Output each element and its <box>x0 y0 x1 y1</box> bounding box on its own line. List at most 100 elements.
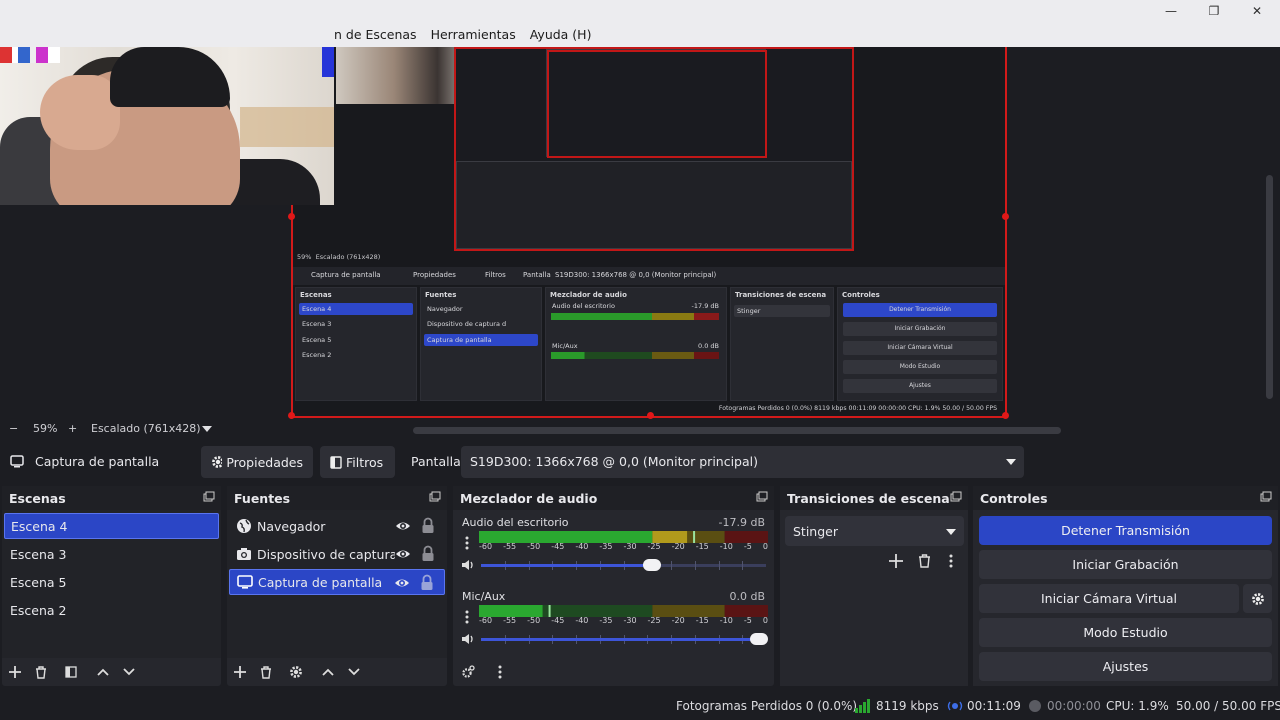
resize-handle-right[interactable] <box>1002 213 1009 220</box>
preview-canvas[interactable]: 59% Escalado (761x428) Captura de pantal… <box>288 47 1009 419</box>
add-transition-button[interactable] <box>889 554 903 568</box>
eye-icon[interactable] <box>395 546 411 562</box>
zoom-in-button[interactable]: + <box>68 422 77 435</box>
meter-tick-label: -50 <box>527 616 541 625</box>
bitrate: 8119 kbps <box>876 699 939 713</box>
scene-filters-button[interactable] <box>58 660 84 684</box>
meter-tick-label: -10 <box>719 616 733 625</box>
undock-icon[interactable] <box>429 491 441 503</box>
undock-icon[interactable] <box>203 491 215 503</box>
zoom-out-button[interactable]: − <box>9 422 18 435</box>
mini-control-button: Ajustes <box>843 379 997 393</box>
meter-tick-label: 0 <box>762 616 768 625</box>
kebab-menu-icon[interactable] <box>465 536 469 550</box>
eye-icon[interactable] <box>394 575 410 591</box>
scene-item-escena-4[interactable]: Escena 4 <box>4 513 219 539</box>
mini-selected-source: Captura de pantalla <box>311 271 381 279</box>
window-edge <box>322 47 334 77</box>
minimize-button[interactable]: — <box>1160 2 1182 20</box>
remove-scene-button[interactable] <box>28 660 54 684</box>
vertical-scrollbar[interactable] <box>1266 175 1273 399</box>
source-item-video-capture[interactable]: Dispositivo de captura de vídeo <box>229 541 445 567</box>
mini-sources-dock: Fuentes Navegador Dispositivo de captura… <box>420 287 542 401</box>
scene-item-escena-5[interactable]: Escena 5 <box>4 569 219 595</box>
properties-button[interactable]: Propiedades <box>201 446 313 478</box>
undock-icon[interactable] <box>950 491 962 503</box>
controls-title: Controles <box>980 490 1048 506</box>
transition-select[interactable]: Stinger <box>785 516 964 546</box>
undock-icon[interactable] <box>1260 491 1272 503</box>
mixer-menu-button[interactable] <box>487 660 513 684</box>
volume-slider-knob[interactable] <box>643 559 661 571</box>
studio-mode-button[interactable]: Modo Estudio <box>979 618 1272 647</box>
mini-scene-item: Escena 4 <box>299 303 413 315</box>
scene-item-escena-2[interactable]: Escena 2 <box>4 597 219 623</box>
lock-icon[interactable] <box>420 574 434 591</box>
virtual-camera-settings-button[interactable] <box>1243 584 1272 613</box>
scale-dropdown-icon[interactable] <box>202 426 212 433</box>
stop-stream-label: Detener Transmisión <box>1061 523 1190 538</box>
mini-controls-title: Controles <box>842 291 880 299</box>
move-source-down-button[interactable] <box>341 660 367 684</box>
filters-icon <box>65 666 77 678</box>
chevron-down-icon <box>123 668 135 676</box>
scene-label: Escena 5 <box>10 574 67 590</box>
volume-slider[interactable] <box>479 557 768 573</box>
scene-item-escena-3[interactable]: Escena 3 <box>4 541 219 567</box>
trash-icon <box>36 665 46 679</box>
mini-mixer-meter <box>551 313 719 320</box>
speaker-icon[interactable] <box>461 559 475 571</box>
horizontal-scrollbar[interactable] <box>413 427 1061 434</box>
undock-icon[interactable] <box>756 491 768 503</box>
record-indicator-icon <box>1029 700 1041 712</box>
properties-label: Propiedades <box>226 454 303 470</box>
audio-mixer-dock: Mezclador de audio Audio del escritorio … <box>453 486 774 686</box>
mini-mixer-meter <box>551 352 719 359</box>
start-virtual-camera-button[interactable]: Iniciar Cámara Virtual <box>979 584 1239 613</box>
channel-db: -17.9 dB <box>718 516 766 529</box>
close-button[interactable]: ✕ <box>1246 2 1268 20</box>
add-source-button[interactable] <box>227 660 253 684</box>
volume-slider-knob[interactable] <box>750 633 768 645</box>
add-scene-button[interactable] <box>2 660 28 684</box>
preview-area[interactable]: 59% Escalado (761x428) Captura de pantal… <box>0 47 1280 419</box>
lock-icon[interactable] <box>421 545 435 562</box>
mini-control-button: Iniciar Grabación <box>843 322 997 336</box>
transition-menu-icon[interactable] <box>949 554 953 568</box>
start-recording-button[interactable]: Iniciar Grabación <box>979 550 1272 579</box>
mini-scene-item: Escena 3 <box>302 320 332 328</box>
eye-icon[interactable] <box>395 518 411 534</box>
scenes-dock: Escenas Escena 4 Escena 3 Escena 5 Escen… <box>2 486 221 686</box>
menu-help[interactable]: Ayuda (H) <box>530 27 592 42</box>
stop-stream-button[interactable]: Detener Transmisión <box>979 516 1272 545</box>
filters-button[interactable]: Filtros <box>320 446 395 478</box>
remove-source-button[interactable] <box>253 660 279 684</box>
menu-scene-collection[interactable]: n de Escenas <box>334 27 417 42</box>
move-scene-up-button[interactable] <box>90 660 116 684</box>
settings-button[interactable]: Ajustes <box>979 652 1272 681</box>
mini-mixer-dock: Mezclador de audio Audio del escritorio -… <box>545 287 727 401</box>
mixer-dock-header: Mezclador de audio <box>453 486 774 510</box>
remove-transition-button[interactable] <box>918 554 931 568</box>
move-source-up-button[interactable] <box>315 660 341 684</box>
maximize-button[interactable]: ❐ <box>1203 2 1225 20</box>
speaker-icon[interactable] <box>461 633 475 645</box>
move-scene-down-button[interactable] <box>116 660 142 684</box>
lock-icon[interactable] <box>421 517 435 534</box>
source-properties-button[interactable] <box>283 660 309 684</box>
meter-tick-label: -35 <box>599 616 613 625</box>
advanced-audio-button[interactable] <box>455 660 481 684</box>
meter-tick-label: -55 <box>503 616 517 625</box>
source-item-navegador[interactable]: Navegador <box>229 513 445 539</box>
sources-title: Fuentes <box>234 490 291 506</box>
resize-handle-left[interactable] <box>288 213 295 220</box>
source-item-screen-capture[interactable]: Captura de pantalla <box>229 569 445 595</box>
scene-label: Escena 4 <box>11 518 68 534</box>
kebab-menu-icon[interactable] <box>465 610 469 624</box>
display-select[interactable]: S19D300: 1366x768 @ 0,0 (Monitor princip… <box>461 446 1024 478</box>
mixer-channel-desktop-audio: Audio del escritorio -17.9 dB -60 -55 -50-… <box>459 514 768 578</box>
scale-label: Escalado (761x428) <box>91 422 201 435</box>
slider-tick <box>694 561 696 570</box>
volume-slider[interactable] <box>479 631 768 647</box>
menu-tools[interactable]: Herramientas <box>431 27 516 42</box>
